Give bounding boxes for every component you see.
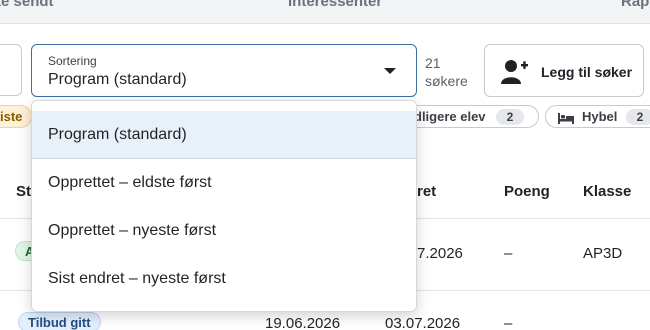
sort-select[interactable]: Sortering Program (standard) — [31, 44, 417, 97]
filter-chip-list-label: iste — [0, 109, 23, 124]
tab-rapporter[interactable]: Rap — [621, 0, 649, 10]
add-applicant-label: Legg til søker — [541, 64, 633, 80]
search-input[interactable] — [0, 44, 22, 96]
sort-options-menu: Program (standard) Opprettet – eldste fø… — [31, 100, 417, 312]
column-header-date[interactable]: ret — [417, 183, 436, 200]
column-header-class[interactable]: Klasse — [583, 183, 631, 200]
cell-score: – — [504, 245, 513, 262]
add-user-icon — [501, 59, 529, 90]
column-header-score[interactable]: Poeng — [504, 183, 550, 200]
cell-date: 7.2026 — [417, 245, 463, 262]
filter-chip-list[interactable]: iste — [0, 105, 32, 128]
result-count-unit: søkere — [425, 73, 468, 89]
sort-label: Sortering — [48, 54, 97, 68]
top-tab-bar: te sendt Interessenter Rap — [0, 0, 650, 24]
count-badge: 2 — [626, 109, 650, 125]
filter-chip-hybel-label: Hybel — [582, 109, 618, 124]
filter-chip-previous-student-label: dligere elev — [414, 109, 486, 124]
bed-icon — [558, 112, 574, 127]
count-badge: 2 — [496, 109, 524, 125]
tab-interessenter[interactable]: Interessenter — [288, 0, 382, 10]
result-count: 21 søkere — [425, 54, 468, 90]
result-count-number: 21 — [425, 55, 441, 71]
cell-class: AP3D — [583, 245, 623, 262]
sort-option-created-oldest[interactable]: Opprettet – eldste først — [32, 159, 416, 207]
cell-date: 19.06.2026 — [265, 315, 341, 330]
tab-sent[interactable]: te sendt — [0, 0, 54, 10]
sort-option-program[interactable]: Program (standard) — [32, 111, 416, 159]
sort-value: Program (standard) — [48, 71, 187, 88]
cell-score: – — [504, 315, 513, 330]
column-header-status[interactable]: St — [16, 183, 31, 200]
filter-chip-hybel[interactable]: Hybel 2 — [545, 105, 650, 128]
status-badge: Tilbud gitt — [18, 312, 101, 330]
chevron-down-icon — [384, 68, 396, 74]
add-applicant-button[interactable]: Legg til søker — [484, 44, 644, 97]
cell-date: 03.07.2026 — [385, 315, 461, 330]
sort-option-updated-newest[interactable]: Sist endret – nyeste først — [32, 255, 416, 303]
sort-option-created-newest[interactable]: Opprettet – nyeste først — [32, 207, 416, 255]
